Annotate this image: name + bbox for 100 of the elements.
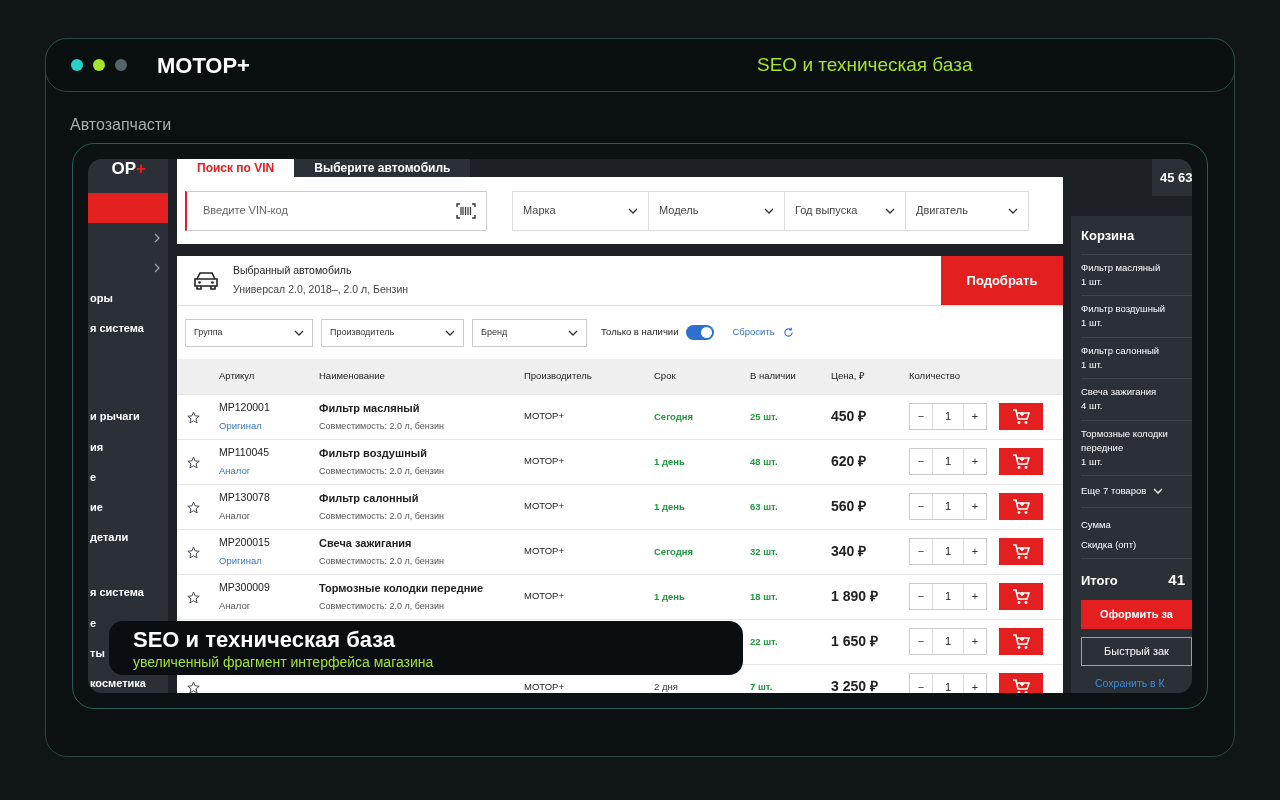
toggle-switch[interactable] [686,325,715,340]
filter-select[interactable]: Группа [185,318,313,347]
column-header: В наличии [750,370,796,382]
stock-count: 18 шт. [750,590,778,602]
part-type[interactable]: Аналог [219,463,251,478]
sidebar-item[interactable]: ие [88,492,168,522]
add-to-cart-button[interactable] [999,403,1043,430]
barcode-scan-icon[interactable] [456,202,476,219]
car-title: Выбранный автомобиль [233,263,353,279]
sidebar-item[interactable]: е [88,462,168,492]
star-icon[interactable] [187,681,200,693]
add-to-cart-button[interactable] [999,493,1043,520]
chevron-down-icon [1008,207,1018,214]
manufacturer: МОТОР+ [524,545,564,557]
sum-label: Сумма [1081,517,1112,532]
cart-item-quantity: 4 шт. [1081,399,1104,414]
chevron-down-icon [764,207,774,214]
part-name: Тормозные колодки передние [319,581,485,596]
price: 620 ₽ [831,453,867,469]
article-number: МР120001 [219,400,271,415]
part-name: Свеча зажигания [319,536,413,551]
total-value: 41 [1168,570,1185,590]
sidebar-item[interactable]: детали [88,522,168,552]
sidebar-item[interactable]: ия [88,432,168,462]
star-icon[interactable] [187,590,200,604]
cart-icon [1012,408,1030,425]
filter-select[interactable]: Бренд [472,318,587,347]
select-field[interactable]: Двигатель [906,190,1029,231]
part-name: Фильтр масляный [319,401,421,416]
column-header: Наименование [319,370,385,382]
part-type: Аналог [219,508,251,523]
filter-select[interactable]: Производитель [321,318,464,347]
car-icon [193,270,219,291]
price: 560 ₽ [831,498,867,514]
compatibility-text: Совместимость: 2.0 л, бензин [319,419,445,433]
add-to-cart-button[interactable] [999,673,1043,693]
cart-item-quantity: 1 шт. [1081,455,1104,469]
stock-count: 32 шт. [750,545,778,557]
add-to-cart-button[interactable] [999,583,1043,610]
sidebar-item[interactable]: и рычаги [88,343,168,432]
brand-title: МОТОР+ [157,51,251,80]
cart-item-quantity: 1 шт. [1081,274,1104,289]
save-link[interactable]: Сохранить в К [1095,675,1165,692]
cart-icon [1012,543,1030,560]
chevron-down-icon[interactable] [1153,488,1164,495]
delivery-term: 1 день [654,455,685,467]
total-label: Итого [1081,571,1118,590]
reset-link[interactable]: Сбросить [732,325,775,340]
tab[interactable]: Поиск по VIN [177,159,295,177]
manufacturer: МОТОР+ [524,680,564,692]
cart-item-name: Фильтр масляный [1081,260,1162,275]
column-header: Артикул [219,370,255,382]
chevron-down-icon [628,207,638,214]
select-field[interactable]: Год выпуска [785,190,906,231]
select-field[interactable]: Модель [649,190,785,231]
pick-button[interactable]: Подобрать [941,256,1063,305]
manufacturer: МОТОР+ [524,410,564,422]
add-to-cart-button[interactable] [999,538,1043,565]
sidebar-item[interactable]: оры [88,283,168,313]
delivery-term: Сегодня [654,410,693,422]
car-details: Универсал 2.0, 2018–, 2.0 л, Бензин [233,282,409,297]
column-header: Цена, ₽ [831,370,866,382]
tab[interactable]: Выберите автомобиль [294,159,471,177]
tagline: SEO и техническая база [757,52,973,77]
cart-item-name: Свеча зажигания [1081,385,1158,399]
price: 3 250 ₽ [831,678,878,693]
chevron-right-icon[interactable] [154,263,160,273]
part-name: Фильтр салонный [319,491,420,506]
vin-field[interactable]: Введите VIN-код [185,190,487,231]
chevron-down-icon [294,329,304,336]
part-type[interactable]: Оригинал [219,553,262,568]
section-label: Автозапчасти [70,115,173,135]
star-icon[interactable] [187,455,200,469]
chevron-right-icon[interactable] [154,233,160,243]
refresh-icon[interactable] [782,327,794,338]
add-to-cart-button[interactable] [999,628,1043,655]
add-to-cart-button[interactable] [999,448,1043,475]
compatibility-text: Совместимость: 2.0 л, бензин [319,509,445,523]
quick-order-button[interactable]: Быстрый зак [1081,636,1192,666]
sidebar-item[interactable]: я система [88,313,168,343]
star-icon[interactable] [187,545,200,559]
price: 450 ₽ [831,408,867,424]
part-type[interactable]: Оригинал [219,418,262,433]
window-dot [93,59,105,71]
chevron-down-icon [885,207,895,214]
star-icon[interactable] [187,410,200,424]
delivery-term: 1 день [654,590,685,602]
cart-item-quantity: 1 шт. [1081,316,1104,331]
chevron-down-icon [568,329,578,336]
column-header: Производитель [524,370,592,382]
show-more-link[interactable]: Еще 7 товаров [1081,484,1147,499]
stock-count: 25 шт. [750,410,778,422]
sidebar-item[interactable]: я система [88,552,168,608]
delivery-term: 1 день [654,500,685,512]
delivery-term: 2 дня [654,681,678,693]
checkout-button[interactable]: Оформить за [1081,599,1192,629]
select-field[interactable]: Марка [512,190,649,231]
star-icon[interactable] [187,500,200,514]
cart-icon [1012,678,1030,693]
logo: ОР+ [111,160,146,178]
